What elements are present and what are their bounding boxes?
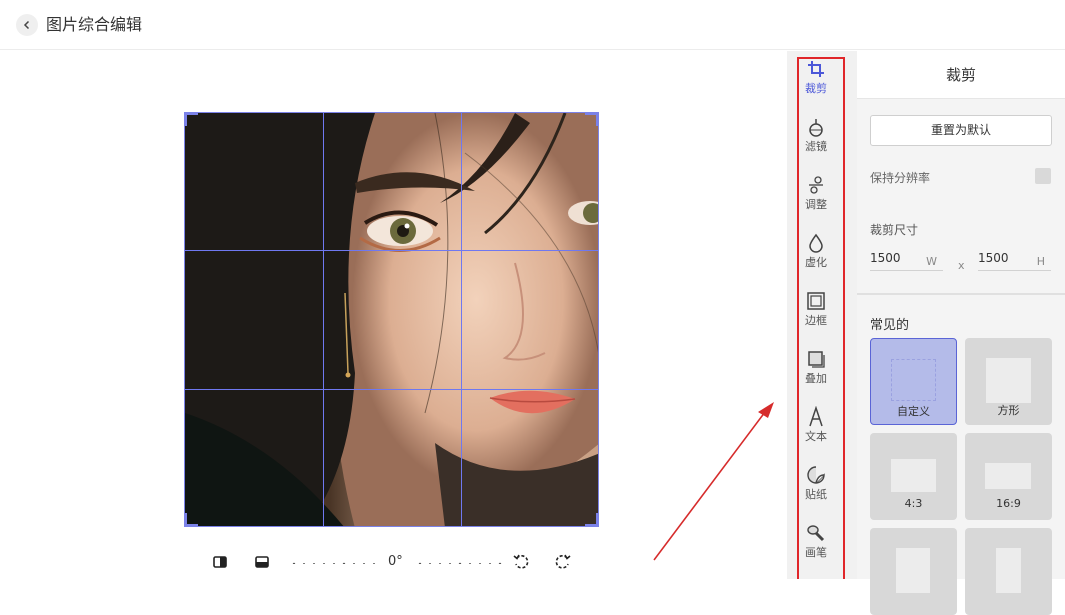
preset-shape bbox=[891, 359, 936, 401]
keep-resolution-label: 保持分辨率 bbox=[870, 171, 931, 185]
crop-handle-bottom-left[interactable] bbox=[185, 513, 198, 526]
preset-portrait[interactable] bbox=[870, 528, 957, 615]
crop-size-label: 裁剪尺寸 bbox=[870, 223, 919, 237]
page-title: 图片综合编辑 bbox=[46, 15, 143, 34]
sidebar-item-filter[interactable]: 滤镜 bbox=[797, 116, 835, 164]
overlay-icon bbox=[808, 351, 825, 368]
sidebar-item-text[interactable]: 文本 bbox=[797, 406, 835, 454]
crop-grid-line bbox=[323, 113, 324, 526]
crop-handle-top-left[interactable] bbox=[185, 113, 198, 126]
rotation-angle: 0° bbox=[388, 554, 403, 569]
sidebar-item-label: 虚化 bbox=[805, 256, 827, 269]
back-button[interactable] bbox=[16, 14, 38, 36]
adjust-icon bbox=[809, 176, 823, 194]
sticker-icon bbox=[807, 466, 825, 484]
preset-label: 16:9 bbox=[996, 497, 1021, 510]
width-value: 1500 bbox=[870, 251, 901, 265]
preset-custom[interactable]: 自定义 bbox=[870, 338, 957, 425]
reset-button[interactable]: 重置为默认 bbox=[870, 115, 1052, 146]
chevron-left-icon bbox=[23, 20, 30, 30]
preset-shape bbox=[891, 459, 936, 492]
panel-title: 裁剪 bbox=[857, 51, 1065, 99]
preset-label: 自定义 bbox=[897, 405, 930, 418]
rotation-slider-left[interactable] bbox=[292, 562, 378, 564]
sidebar-item-label: 边框 bbox=[805, 314, 827, 327]
edited-photo bbox=[185, 113, 598, 526]
height-input[interactable]: 1500 H bbox=[978, 249, 1051, 271]
sidebar-item-label: 叠加 bbox=[805, 372, 827, 385]
sidebar-item-label: 画笔 bbox=[805, 546, 827, 559]
preset-shape bbox=[896, 548, 930, 593]
annotation-arrow bbox=[653, 402, 774, 561]
flip-horizontal-icon bbox=[213, 556, 227, 568]
sidebar-item-sticker[interactable]: 贴纸 bbox=[797, 464, 835, 512]
crop-panel: 裁剪 重置为默认 保持分辨率 裁剪尺寸 1500 W x 1500 H 常见的 … bbox=[857, 51, 1065, 615]
flip-vertical-icon bbox=[255, 556, 269, 568]
crop-grid-line bbox=[461, 113, 462, 526]
preset-square[interactable]: 方形 bbox=[965, 338, 1052, 425]
crop-icon bbox=[808, 61, 824, 77]
sidebar-item-overlay[interactable]: 叠加 bbox=[797, 348, 835, 396]
sidebar-item-label: 文本 bbox=[805, 430, 827, 443]
divider bbox=[857, 293, 1065, 295]
rotation-slider-right[interactable] bbox=[418, 562, 504, 564]
preset-label: 方形 bbox=[997, 404, 1020, 417]
drop-icon bbox=[809, 233, 823, 253]
height-unit: H bbox=[1036, 255, 1045, 268]
crop-handle-top-right[interactable] bbox=[585, 113, 598, 126]
sidebar-item-label: 调整 bbox=[805, 198, 827, 211]
preset-shape bbox=[985, 463, 1031, 489]
preset-shape bbox=[986, 358, 1031, 403]
keep-resolution-checkbox[interactable] bbox=[1035, 168, 1051, 184]
crop-grid-line bbox=[185, 389, 598, 390]
sidebar-item-label: 滤镜 bbox=[805, 140, 827, 153]
preset-shape bbox=[996, 548, 1021, 593]
sidebar-item-brush[interactable]: 画笔 bbox=[797, 522, 835, 570]
crop-handle-bottom-right[interactable] bbox=[585, 513, 598, 526]
height-value: 1500 bbox=[978, 251, 1009, 265]
sidebar-item-border[interactable]: 边框 bbox=[797, 290, 835, 338]
preset-tall[interactable] bbox=[965, 528, 1052, 615]
text-icon bbox=[809, 406, 823, 427]
flip-vertical-button[interactable] bbox=[252, 552, 272, 572]
brush-icon bbox=[807, 525, 825, 542]
common-presets-label: 常见的 bbox=[870, 318, 910, 333]
crop-grid-line bbox=[185, 250, 598, 251]
rotate-left-icon bbox=[513, 554, 529, 569]
sidebar-item-crop[interactable]: 裁剪 bbox=[797, 58, 835, 106]
flask-icon bbox=[809, 119, 823, 137]
frame-icon bbox=[807, 292, 825, 310]
preset-4-3[interactable]: 4:3 bbox=[870, 433, 957, 520]
preset-16-9[interactable]: 16:9 bbox=[965, 433, 1052, 520]
rotate-right-icon bbox=[555, 554, 571, 569]
sidebar-item-adjust[interactable]: 调整 bbox=[797, 174, 835, 222]
flip-horizontal-button[interactable] bbox=[210, 552, 230, 572]
width-input[interactable]: 1500 W bbox=[870, 249, 943, 271]
crop-frame[interactable] bbox=[184, 112, 599, 527]
sidebar-item-blur[interactable]: 虚化 bbox=[797, 232, 835, 280]
top-bar: 图片综合编辑 bbox=[0, 0, 1065, 50]
size-separator: x bbox=[958, 259, 965, 272]
width-unit: W bbox=[926, 255, 937, 268]
preset-label: 4:3 bbox=[904, 497, 923, 510]
rotate-left-button[interactable] bbox=[511, 552, 531, 572]
rotate-right-button[interactable] bbox=[553, 552, 573, 572]
sidebar-item-label: 裁剪 bbox=[805, 82, 827, 95]
sidebar-item-label: 贴纸 bbox=[805, 488, 827, 501]
